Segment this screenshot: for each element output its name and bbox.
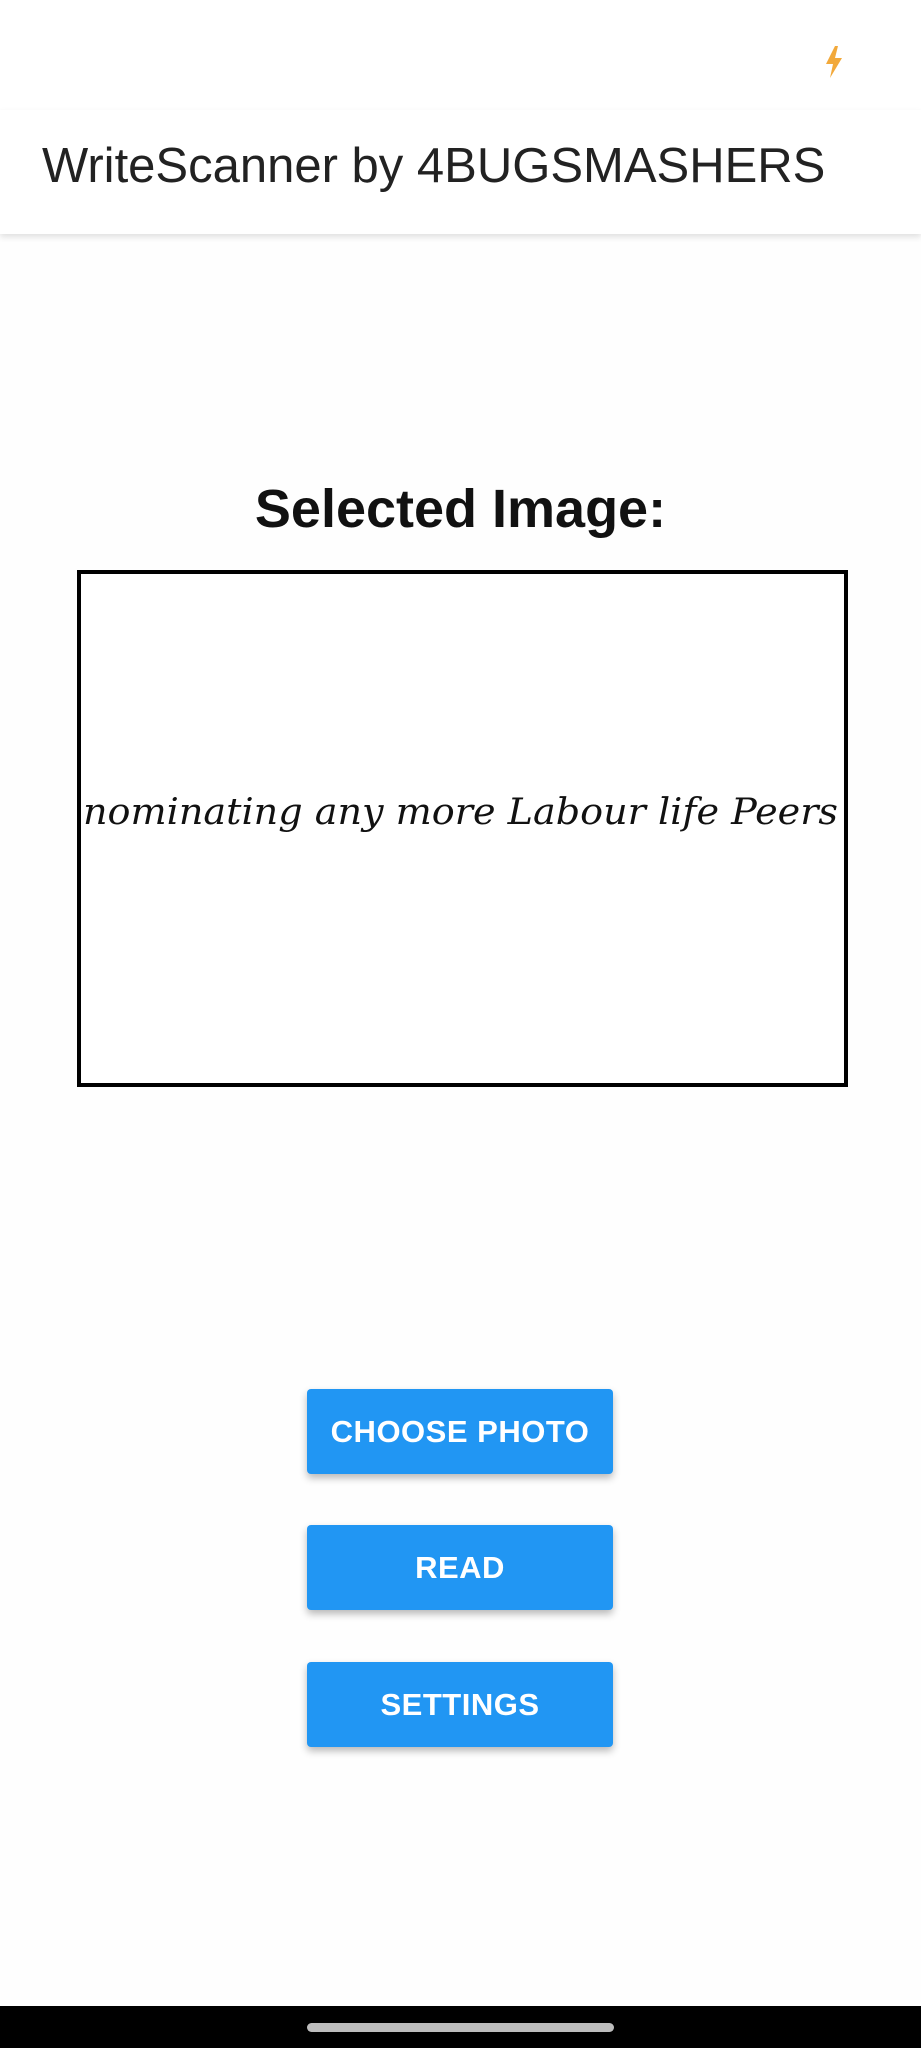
system-nav-bar (0, 2006, 921, 2048)
selected-image-heading: Selected Image: (254, 479, 667, 539)
flash-bolt-icon (826, 46, 842, 78)
settings-button[interactable]: SETTINGS (307, 1662, 613, 1747)
app-title: WriteScanner by 4BUGSMASHERS (42, 139, 826, 193)
app-bar: WriteScanner by 4BUGSMASHERS (0, 110, 921, 234)
home-gesture-handle[interactable] (307, 2023, 614, 2032)
selected-image-frame: nominating any more Labour life Peers (77, 570, 848, 1087)
choose-photo-button[interactable]: CHOOSE PHOTO (307, 1389, 613, 1474)
read-button[interactable]: READ (307, 1525, 613, 1610)
handwritten-text: nominating any more Labour life Peers (83, 792, 838, 833)
handwriting-image: nominating any more Labour life Peers (81, 574, 844, 1083)
status-bar (0, 0, 921, 110)
main-content: Selected Image: nominating any more Labo… (0, 234, 921, 2006)
